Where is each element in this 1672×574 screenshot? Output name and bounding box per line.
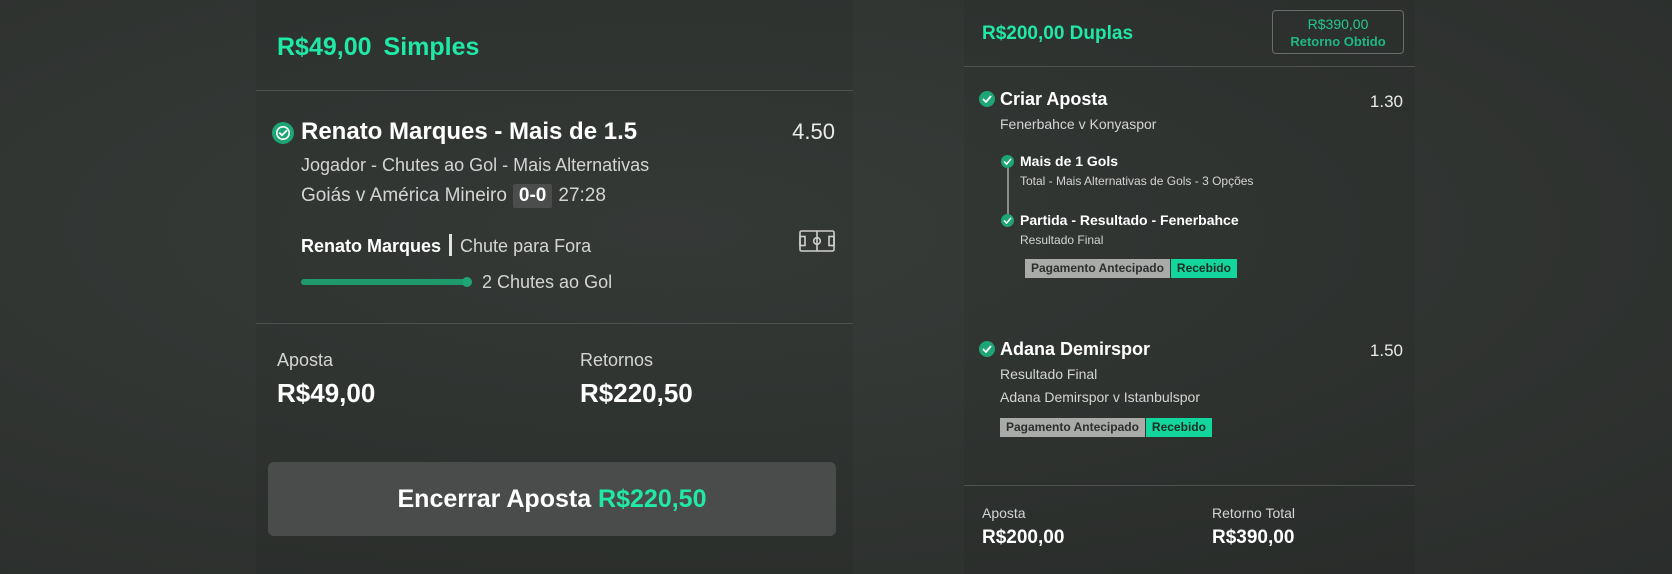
- early-payout-badge: Pagamento Antecipado: [1025, 259, 1170, 278]
- selection-match: Fenerbahce v Konyaspor: [1000, 116, 1157, 132]
- pitch-icon[interactable]: [799, 230, 835, 257]
- shots-progress-bar: [301, 277, 472, 287]
- status-badges: Pagamento Antecipado Recebido: [1000, 418, 1212, 437]
- cashout-label: Encerrar Aposta: [397, 485, 592, 513]
- bet-stake-amount: R$49,00: [277, 33, 372, 61]
- check-icon: [979, 91, 995, 107]
- stake-value: R$49,00: [277, 378, 376, 408]
- stake-label: Aposta: [277, 350, 334, 370]
- live-stat-row: Renato Marques Chute para Fora: [301, 234, 591, 257]
- selection-odds: 1.30: [1369, 92, 1403, 111]
- check-icon: [1001, 155, 1014, 168]
- selection-market: Jogador - Chutes ao Gol - Mais Alternati…: [301, 155, 650, 175]
- stake-value: R$200,00: [982, 527, 1065, 548]
- divider: [256, 323, 853, 324]
- double-bet-header: R$200,00 Duplas R$390,00 Retorno Obtido: [964, 0, 1415, 67]
- progress-knob: [462, 277, 472, 287]
- stat-player: Renato Marques: [301, 236, 442, 256]
- check-icon: [979, 341, 995, 357]
- leg-title: Mais de 1 Gols: [1020, 153, 1119, 169]
- total-return-label: Retorno Total: [1212, 505, 1296, 521]
- bet-header: R$49,00 Simples: [256, 0, 853, 91]
- received-badge: Recebido: [1145, 418, 1212, 437]
- returns-value: R$220,50: [580, 378, 693, 408]
- check-icon: [1001, 214, 1014, 227]
- progress-fill: [301, 279, 468, 285]
- selection-match: Adana Demirspor v Istanbulspor: [1000, 389, 1200, 405]
- leg-subtitle: Resultado Final: [1020, 233, 1104, 247]
- selection-odds: 4.50: [792, 119, 835, 144]
- selection-title: Renato Marques - Mais de 1.5: [301, 118, 638, 145]
- bet-type: Simples: [383, 33, 480, 61]
- divider: [964, 485, 1415, 486]
- cashout-button[interactable]: Encerrar Aposta R$220,50: [268, 462, 836, 536]
- bet-title: R$49,00 Simples: [277, 33, 479, 62]
- leg-subtitle: Total - Mais Alternativas de Gols - 3 Op…: [1020, 174, 1254, 188]
- total-return-value: R$390,00: [1212, 527, 1295, 548]
- single-bet-card: R$49,00 Simples Renato Marques - Mais de …: [256, 0, 853, 574]
- leg-title: Partida - Resultado - Fenerbahce: [1020, 212, 1239, 228]
- cashout-amount: R$220,50: [598, 485, 707, 513]
- status-badges: Pagamento Antecipado Recebido: [1025, 259, 1237, 278]
- double-bet-title: R$200,00 Duplas: [982, 23, 1134, 44]
- live-ball-icon: [272, 122, 294, 144]
- return-obtained-box: R$390,00 Retorno Obtido: [1272, 10, 1404, 54]
- stake-label: Aposta: [982, 505, 1026, 521]
- selection-match: Goiás v América Mineiro 0-0 27:28: [301, 184, 606, 208]
- progress-label: 2 Chutes ao Gol: [482, 272, 613, 292]
- return-obtained-label: Retorno Obtido: [1290, 34, 1386, 49]
- return-obtained-amount: R$390,00: [1307, 16, 1369, 32]
- early-payout-badge: Pagamento Antecipado: [1000, 418, 1145, 437]
- match-score: 0-0: [512, 184, 553, 208]
- double-bet-card: R$200,00 Duplas R$390,00 Retorno Obtido …: [964, 0, 1415, 574]
- selection-title: Adana Demirspor: [1000, 339, 1151, 359]
- selection-odds: 1.50: [1369, 341, 1403, 360]
- selection-title: Criar Aposta: [1000, 89, 1108, 109]
- selection-market: Resultado Final: [1000, 366, 1098, 382]
- match-clock: 27:28: [558, 185, 606, 206]
- returns-label: Retornos: [580, 350, 654, 370]
- received-badge: Recebido: [1170, 259, 1237, 278]
- stat-event: Chute para Fora: [460, 236, 592, 256]
- legs-connector: [1007, 168, 1009, 220]
- stat-separator: [449, 234, 453, 256]
- match-teams: Goiás v América Mineiro: [301, 185, 507, 206]
